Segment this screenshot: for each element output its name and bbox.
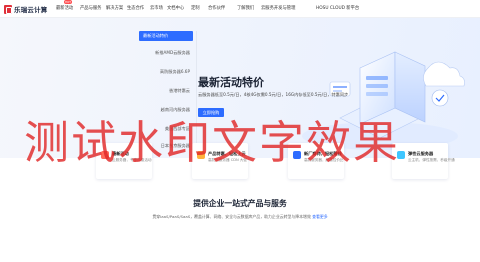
nav-item-marketplace[interactable]: 云市场 [150,5,163,11]
top-navigation: 乐瑞云计算 HOT 最新活动 产品与服务 解决方案 生态合作 云市场 文档中心 … [0,0,480,18]
nav-item-partners[interactable]: 合作伙伴 [208,5,225,11]
brand-name: 乐瑞云计算 [14,6,48,14]
nav-item-latest-activity[interactable]: 最新活动 [56,5,73,11]
nav-item-about[interactable]: 了解我们 [237,5,254,11]
card-elastic-cloud[interactable]: 弹性云服务器 云主机，弹性按需，秒级开通 [392,143,455,179]
section-desc-text: 贯穿IaaS/PaaS/SaaS，覆盖计算、网络、安全与云数据库产品，助力企业云… [152,214,311,219]
view-more-link[interactable]: 查看更多 [312,214,328,219]
nav-item-docs[interactable]: 文档中心 [167,5,184,11]
nav-item-custom[interactable]: 定制 [191,5,200,11]
card-title: 弹性云服务器 [408,151,434,156]
card-subtitle: 云主机，弹性按需，秒级开通 [408,158,455,162]
hero-title: 最新活动特价 [198,76,264,89]
menu-item-ddos[interactable]: 高防服务器6.6P [138,69,196,75]
menu-item-active[interactable]: 最新活动特价 [143,33,168,39]
section-description: 贯穿IaaS/PaaS/SaaS，覆盖计算、网络、安全与云数据库产品，助力企业云… [0,214,480,220]
nav-item-dev-console[interactable]: 云服务开发与管理 [261,5,295,11]
nav-item-new-platform[interactable]: HOSU CLOUD 新平台 [316,5,359,11]
hero-description: 云服务器低至0.5元/日，4核4G仅需0.5元/日，16G内存低至0.5元/日，… [198,92,349,97]
menu-item-amd[interactable]: 新推AMD云服务器 [138,50,196,56]
brand-logo[interactable]: 乐瑞云计算 [4,3,48,15]
nav-item-solutions[interactable]: 解决方案 [106,5,123,11]
watermark-text: 测试水印文字效果 [24,116,401,169]
logo-icon [4,4,12,14]
nav-item-products[interactable]: 产品与服务 [80,5,101,11]
nav-item-ecosystem[interactable]: 生态合作 [127,5,144,11]
section-title: 提供企业一站式产品与服务 [193,199,287,208]
hot-badge: HOT [64,0,72,4]
menu-item-hongkong[interactable]: 香港特惠云 [138,88,196,94]
